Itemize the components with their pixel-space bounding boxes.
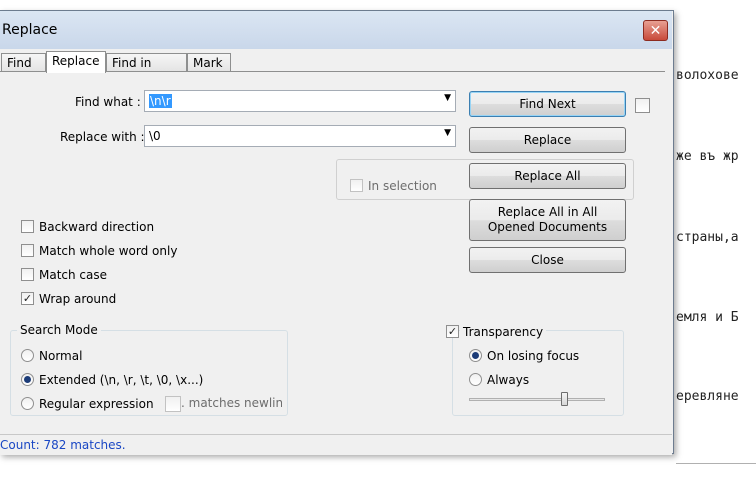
replace-panel: Find what : \n\r ▼ Replace with : \0 ▼ F… <box>0 71 665 424</box>
match-whole-word-checkbox[interactable] <box>21 244 34 257</box>
normal-radio[interactable] <box>21 349 34 362</box>
transparency-slider-thumb[interactable] <box>561 392 569 406</box>
transparency-slider-track[interactable] <box>469 398 605 401</box>
tab-mark[interactable]: Mark <box>187 53 231 72</box>
checkmark-icon: ✓ <box>22 292 33 305</box>
editor-text-line: емля и Б <box>676 310 739 325</box>
normal-label: Normal <box>39 349 83 363</box>
window-title: Replace <box>2 22 58 38</box>
extended-radio[interactable] <box>21 373 34 386</box>
find-what-value: \n\r <box>149 94 172 108</box>
close-button[interactable]: Close <box>469 247 626 273</box>
close-icon: ✕ <box>649 23 662 39</box>
editor-divider <box>676 463 756 464</box>
find-what-combobox[interactable]: \n\r ▼ <box>144 90 456 112</box>
replace-with-value: \0 <box>149 129 161 143</box>
backward-direction-checkbox[interactable] <box>21 220 34 233</box>
checkmark-icon: ✓ <box>447 325 458 338</box>
transparency-label: Transparency <box>460 325 547 339</box>
wrap-around-label: Wrap around <box>39 292 117 306</box>
backward-direction-label: Backward direction <box>39 220 155 234</box>
transparency-checkbox[interactable]: ✓ <box>446 325 459 338</box>
tab-find-in-files[interactable]: Find in Files <box>106 53 187 88</box>
in-selection-checkbox[interactable] <box>350 179 363 192</box>
radio-selected-dot-icon <box>24 376 31 383</box>
search-mode-title: Search Mode <box>17 323 101 337</box>
wrap-around-checkbox[interactable]: ✓ <box>21 292 34 305</box>
replace-with-combobox[interactable]: \0 ▼ <box>144 125 456 147</box>
match-case-checkbox[interactable] <box>21 268 34 281</box>
on-losing-focus-label: On losing focus <box>487 349 580 363</box>
radio-selected-dot-icon <box>472 352 479 359</box>
match-whole-word-label: Match whole word only <box>39 244 178 258</box>
tab-replace[interactable]: Replace <box>46 51 106 73</box>
tab-find[interactable]: Find <box>1 53 46 72</box>
on-losing-focus-radio[interactable] <box>469 349 482 362</box>
title-bar[interactable]: Replace ✕ <box>0 11 672 49</box>
editor-text-line: страны,а <box>676 230 739 245</box>
editor-text-line: же въ жр <box>676 149 739 164</box>
close-window-button[interactable]: ✕ <box>643 20 668 41</box>
regex-radio[interactable] <box>21 397 34 410</box>
dropdown-arrow-icon[interactable]: ▼ <box>444 93 451 103</box>
matches-newline-checkbox[interactable] <box>165 396 181 412</box>
matches-newline-label: . matches newline <box>181 396 282 410</box>
status-text: Count: 782 matches. <box>0 438 126 452</box>
status-bar: Count: 782 matches. <box>0 434 672 455</box>
replace-button[interactable]: Replace <box>469 127 626 153</box>
match-case-label: Match case <box>39 268 108 282</box>
editor-text-line: волохове <box>676 68 739 83</box>
replace-all-opened-button[interactable]: Replace All in All Opened Documents <box>469 199 626 241</box>
extended-label: Extended (\n, \r, \t, \0, \x...) <box>39 373 204 387</box>
stay-on-top-checkbox[interactable] <box>635 98 650 113</box>
in-selection-label: In selection <box>368 179 437 193</box>
regex-label: Regular expression <box>39 397 154 411</box>
editor-text-line: еревляне <box>676 389 739 404</box>
replace-all-button[interactable]: Replace All <box>469 163 626 189</box>
replace-with-label: Replace with : <box>60 130 145 144</box>
replace-dialog: Replace ✕ Find Replace Find in Files Mar… <box>0 10 674 455</box>
always-label: Always <box>487 373 530 387</box>
always-radio[interactable] <box>469 373 482 386</box>
find-what-label: Find what : <box>75 95 141 109</box>
find-next-button[interactable]: Find Next <box>469 91 626 117</box>
dropdown-arrow-icon[interactable]: ▼ <box>444 128 451 138</box>
